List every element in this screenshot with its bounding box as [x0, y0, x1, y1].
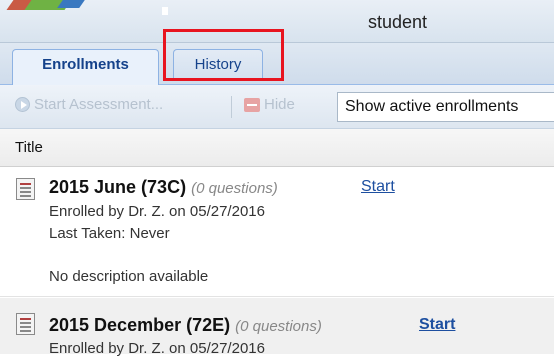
- hide-label: Hide: [264, 96, 295, 113]
- tab-history[interactable]: History: [173, 49, 263, 81]
- enrollment-title: 2015 December (72E) (0 questions): [49, 315, 322, 335]
- enrolled-by: Enrolled by Dr. Z. on 05/27/2016: [49, 340, 265, 357]
- document-icon: [16, 178, 35, 200]
- hide-icon: [244, 97, 260, 112]
- app-header: student: [0, 0, 554, 43]
- toolbar-divider: [231, 96, 232, 118]
- question-count: (0 questions): [235, 318, 322, 335]
- app-logo: [0, 0, 168, 15]
- enrolled-by: Enrolled by Dr. Z. on 05/27/2016: [49, 203, 265, 220]
- play-icon: [15, 97, 30, 112]
- tab-enrollments[interactable]: Enrollments: [12, 49, 159, 85]
- column-header: Title: [0, 129, 554, 167]
- document-icon: [16, 313, 35, 335]
- start-assessment-label: Start Assessment...: [34, 96, 164, 113]
- start-assessment-button[interactable]: Start Assessment...: [15, 96, 163, 113]
- start-link[interactable]: Start: [419, 316, 455, 334]
- question-count: (0 questions): [191, 180, 278, 197]
- toolbar: Start Assessment... Hide Show active enr…: [0, 85, 554, 129]
- tab-strip: Enrollments History: [0, 43, 554, 85]
- enrollment-row[interactable]: 2015 June (73C) (0 questions) Start Enro…: [0, 167, 554, 297]
- user-name: student: [368, 12, 428, 32]
- start-link[interactable]: Start: [361, 178, 395, 196]
- enrollment-row[interactable]: 2015 December (72E) (0 questions) Start …: [0, 298, 554, 357]
- enrollment-title: 2015 June (73C) (0 questions): [49, 177, 278, 197]
- description: No description available: [49, 268, 209, 285]
- last-taken: Last Taken: Never: [49, 225, 170, 242]
- enrollment-filter-select[interactable]: Show active enrollments: [337, 92, 554, 122]
- hide-button[interactable]: Hide: [244, 96, 295, 113]
- column-title[interactable]: Title: [15, 139, 43, 156]
